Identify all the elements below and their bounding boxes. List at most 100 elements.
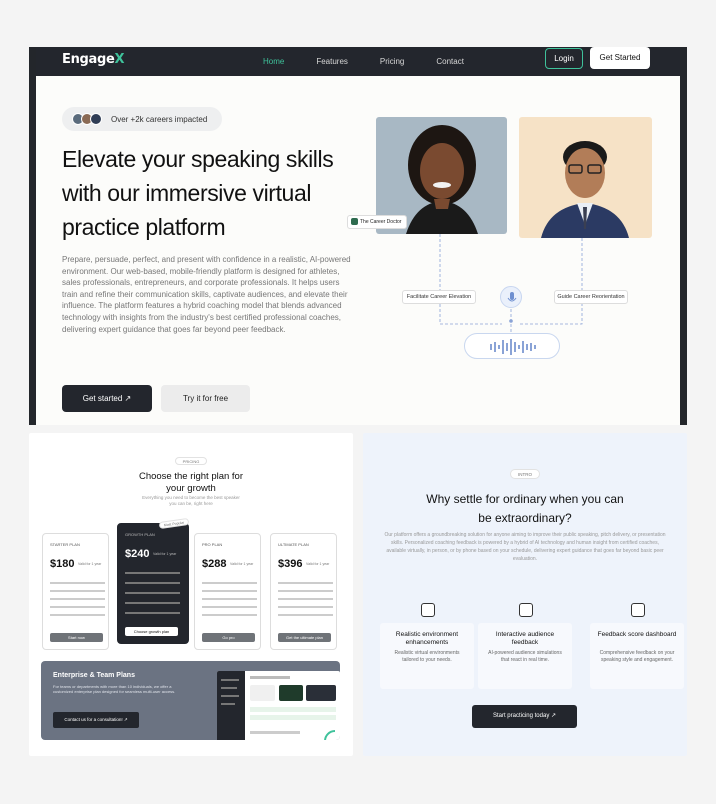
plan-name: STARTER PLAN	[50, 542, 80, 547]
microphone-icon[interactable]	[500, 286, 522, 308]
get-started-cta[interactable]: Get started ↗	[62, 385, 152, 412]
avatar-group	[72, 113, 102, 125]
connector-lines	[439, 234, 583, 334]
pricing-section: PRICING Choose the right plan for your g…	[29, 433, 353, 756]
feature-line	[202, 606, 257, 608]
start-practicing-button[interactable]: Start practicing today ↗	[472, 705, 577, 728]
feature-line	[278, 590, 333, 592]
showcase-frame: EngageX Home Features Pricing Contact Lo…	[0, 0, 716, 804]
environment-icon	[421, 603, 435, 617]
facilitate-chip: Facilitate Career Elevation	[402, 290, 476, 304]
pricing-subtitle: Everything you need to become the best s…	[29, 495, 353, 507]
waveform-icon	[490, 339, 536, 355]
plan-button[interactable]: Choose growth plan	[125, 627, 178, 636]
plan-price: $240	[125, 548, 150, 560]
plan-name: GROWTH PLAN	[125, 532, 155, 537]
plan-card-starter[interactable]: STARTER PLAN $180 Valid for 1 year Start…	[42, 533, 109, 650]
dashboard-preview	[217, 671, 340, 740]
pricing-subtitle-text: Everything you need to become the best s…	[142, 495, 240, 506]
plan-button[interactable]: Start now	[50, 633, 103, 642]
feature-text: AI-powered audience simulations that rea…	[488, 650, 562, 663]
intro-eyebrow: INTRO	[510, 469, 540, 479]
feature-line	[125, 582, 180, 584]
feature-text: Comprehensive feedback on your speaking …	[599, 650, 675, 663]
feature-line	[278, 598, 333, 600]
try-free-cta[interactable]: Try it for free	[161, 385, 250, 412]
start-practicing-label: Start practicing today	[492, 713, 550, 719]
plan-billing: Valid for 1 year	[153, 552, 177, 556]
hero-section: EngageX Home Features Pricing Contact Lo…	[29, 47, 687, 425]
features-section: INTRO Why settle for ordinary when you c…	[363, 433, 687, 756]
enterprise-banner: Enterprise & Team Plans For teams or dep…	[41, 661, 340, 740]
pricing-title-text: Choose the right plan for your growth	[138, 471, 244, 494]
plan-price: $396	[278, 558, 303, 570]
nav-link-contact[interactable]: Contact	[436, 47, 464, 76]
coach-avatar-icon	[351, 218, 358, 225]
feature-title: Realistic environment enhancements	[395, 631, 459, 646]
plan-price: $288	[202, 558, 227, 570]
hero-title: Elevate your speaking skills with our im…	[62, 146, 334, 240]
nav-link-pricing[interactable]: Pricing	[380, 47, 404, 76]
features-title: Why settle for ordinary when you can be …	[363, 490, 687, 528]
man-portrait-illustration	[541, 141, 629, 238]
feature-line	[50, 598, 105, 600]
dashboard-preview-illustration	[217, 671, 336, 740]
pricing-eyebrow: PRICING	[175, 457, 207, 465]
consultation-label: Contact us for a consultation!	[64, 717, 123, 722]
feature-card-environment: Realistic environment enhancements Reali…	[380, 603, 474, 689]
coach-tag-label: The Career Doctor	[360, 219, 402, 225]
nav-links: Home Features Pricing Contact	[263, 47, 496, 76]
features-title-text: Why settle for ordinary when you can be …	[426, 492, 624, 525]
feature-title: Interactive audience feedback	[495, 631, 555, 646]
plan-price: $180	[50, 558, 75, 570]
nav-link-features[interactable]: Features	[316, 47, 348, 76]
audience-icon	[519, 603, 533, 617]
plan-card-pro[interactable]: PRO PLAN $288 Valid for 1 year Go pro	[194, 533, 261, 650]
feature-line	[50, 590, 105, 592]
coach-tag: The Career Doctor	[347, 215, 407, 229]
consultation-button[interactable]: Contact us for a consultation! ↗	[53, 712, 139, 728]
feature-card-dashboard: Feedback score dashboard Comprehensive f…	[590, 603, 684, 689]
nav-link-home[interactable]: Home	[263, 47, 284, 76]
logo[interactable]: EngageX	[62, 52, 125, 67]
plan-name: ULTIMATE PLAN	[278, 542, 309, 547]
plan-card-growth[interactable]: GROWTH PLAN $240 Valid for 1 year Choose…	[117, 523, 189, 644]
login-button[interactable]: Login	[545, 48, 583, 69]
arrow-up-right-icon: ↗	[124, 394, 132, 403]
feature-line	[202, 590, 257, 592]
avatar	[90, 113, 102, 125]
plan-button[interactable]: Get the ultimate plan	[278, 633, 331, 642]
enterprise-text: For teams or departments with more than …	[53, 684, 176, 694]
audio-waveform	[464, 333, 560, 359]
feature-line	[125, 592, 180, 594]
coach-portrait-man	[519, 117, 652, 238]
plan-billing: Valid for 1 year	[306, 562, 330, 566]
plan-billing: Valid for 1 year	[230, 562, 254, 566]
feature-line	[202, 614, 257, 616]
feature-line	[202, 582, 257, 584]
feature-line	[278, 606, 333, 608]
feature-line	[202, 598, 257, 600]
enterprise-title: Enterprise & Team Plans	[53, 672, 135, 679]
feature-text: Realistic virtual environments tailored …	[394, 650, 460, 663]
hero-description: Prepare, persuade, perfect, and present …	[62, 255, 351, 334]
feature-line	[125, 602, 180, 604]
plan-button[interactable]: Go pro	[202, 633, 255, 642]
guide-chip: Guide Career Reorientation	[554, 290, 628, 304]
impact-badge: Over +2k careers impacted	[62, 107, 222, 131]
get-started-button[interactable]: Get Started	[590, 47, 650, 69]
cta-label: Get started	[82, 394, 123, 403]
badge-text: Over +2k careers impacted	[111, 114, 208, 124]
feature-line	[278, 614, 333, 616]
dashboard-icon	[631, 603, 645, 617]
plan-billing: Valid for 1 year	[78, 562, 102, 566]
feature-title: Feedback score dashboard	[597, 631, 677, 638]
feature-line	[278, 582, 333, 584]
features-paragraph: Our platform offers a groundbreaking sol…	[384, 532, 666, 562]
plan-card-ultimate[interactable]: ULTIMATE PLAN $396 Valid for 1 year Get …	[270, 533, 337, 650]
feature-line	[125, 572, 180, 574]
feature-line	[125, 612, 180, 614]
feature-card-audience: Interactive audience feedback AI-powered…	[478, 603, 572, 689]
feature-line	[50, 582, 105, 584]
feature-line	[50, 614, 105, 616]
